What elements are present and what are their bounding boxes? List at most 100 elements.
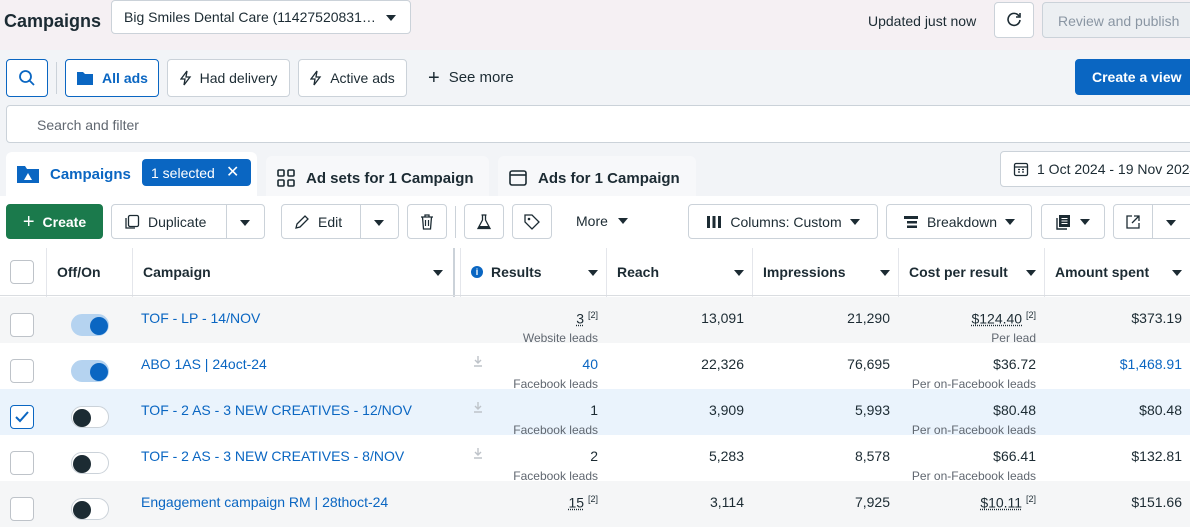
chevron-down-icon (617, 218, 628, 224)
header-off-on: Off/On (57, 264, 101, 280)
header-campaign[interactable]: Campaign (143, 248, 443, 296)
chevron-down-icon (433, 270, 443, 276)
chevron-down-icon[interactable] (374, 220, 384, 226)
breakdown-button[interactable]: Breakdown (886, 204, 1032, 239)
reports-button[interactable] (1041, 204, 1105, 239)
cost-per-result-number: $10.11 (980, 494, 1023, 511)
header-cost-per-result[interactable]: Cost per result (909, 248, 1036, 296)
amount-spent-value: $1,468.91 (1119, 356, 1182, 372)
tag-button[interactable] (512, 204, 552, 239)
cost-per-result-value: $10.11 [2] (980, 494, 1036, 511)
see-more-button[interactable]: + See more (428, 68, 514, 88)
columns-label: Columns: Custom (730, 213, 842, 230)
results-value: 2 (590, 448, 598, 464)
amount-spent-value: $151.66 (1131, 494, 1182, 510)
check-icon (15, 411, 29, 423)
all-ads-label: All ads (102, 70, 148, 86)
row-checkbox[interactable] (10, 451, 34, 475)
more-button[interactable]: More (576, 213, 628, 229)
create-button[interactable]: + Create (6, 204, 103, 239)
impressions-value: 76,695 (847, 356, 890, 372)
account-selector[interactable]: Big Smiles Dental Care (11427520831… (111, 0, 411, 34)
table-header: Off/On Campaign i Results Reach Impressi… (0, 248, 1190, 296)
edit-label: Edit (318, 213, 343, 230)
info-icon[interactable]: i (471, 266, 483, 278)
campaign-name-link[interactable]: Engagement campaign RM | 28thoct-24 (141, 494, 388, 510)
header-campaign-label: Campaign (143, 264, 211, 280)
campaign-name-link[interactable]: TOF - 2 AS - 3 NEW CREATIVES - 8/NOV (141, 448, 404, 464)
chevron-down-icon[interactable] (1166, 220, 1176, 226)
results-value: 15 [2] (569, 494, 598, 511)
lightning-icon (310, 70, 322, 86)
chevron-down-icon (386, 15, 396, 21)
row-checkbox[interactable] (10, 497, 34, 521)
create-label: Create (42, 213, 87, 230)
search-button[interactable] (6, 59, 48, 97)
cost-per-result-number: $124.40 (971, 310, 1023, 327)
reach-value: 13,091 (701, 310, 744, 326)
campaign-name-link[interactable]: TOF - 2 AS - 3 NEW CREATIVES - 12/NOV (141, 402, 412, 418)
table-row[interactable]: TOF - LP - 14/NOV 3 [2] Website leads 13… (0, 297, 1190, 345)
tab-campaigns[interactable]: Campaigns 1 selected ✕ (6, 152, 257, 196)
campaign-name-link[interactable]: ABO 1AS | 24oct-24 (141, 356, 267, 372)
results-number: 3 (576, 310, 585, 327)
search-filter-input[interactable]: Search and filter (6, 105, 1190, 143)
table-row[interactable]: Engagement campaign RM | 28thoct-24 15 [… (0, 481, 1190, 527)
selected-badge[interactable]: 1 selected ✕ (142, 159, 251, 186)
download-icon[interactable] (473, 401, 483, 413)
campaign-toggle[interactable] (71, 452, 109, 474)
edit-button[interactable]: Edit (281, 204, 399, 239)
table-row[interactable]: ABO 1AS | 24oct-24 40 Facebook leads 22,… (0, 343, 1190, 391)
refresh-button[interactable] (994, 2, 1034, 38)
tag-icon (524, 213, 540, 230)
select-all-checkbox[interactable] (10, 260, 34, 284)
close-icon[interactable]: ✕ (226, 162, 239, 182)
results-number: 15 (568, 494, 585, 511)
results-number: 2 (590, 448, 598, 464)
download-icon[interactable] (473, 447, 483, 459)
campaign-folder-icon (17, 166, 39, 183)
chevron-down-icon (849, 218, 860, 225)
results-number: 40 (582, 356, 598, 372)
campaign-toggle[interactable] (71, 498, 109, 520)
columns-button[interactable]: Columns: Custom (688, 204, 878, 239)
tab-ad-sets[interactable]: Ad sets for 1 Campaign (266, 156, 489, 200)
header-amount-spent[interactable]: Amount spent (1055, 248, 1182, 296)
duplicate-button[interactable]: Duplicate (111, 204, 265, 239)
amount-spent-value: $80.48 (1139, 402, 1182, 418)
delete-button[interactable] (407, 204, 447, 239)
chevron-down-icon (588, 270, 598, 276)
create-view-button[interactable]: Create a view (1075, 59, 1190, 95)
table-row[interactable]: TOF - 2 AS - 3 NEW CREATIVES - 8/NOV 2 F… (0, 435, 1190, 483)
active-ads-filter[interactable]: Active ads (298, 59, 407, 97)
date-range-picker[interactable]: 1 Oct 2024 - 19 Nov 2024 (1000, 151, 1190, 187)
chevron-down-icon[interactable] (240, 220, 250, 226)
header-reach[interactable]: Reach (617, 248, 744, 296)
campaign-toggle[interactable] (71, 360, 109, 382)
had-delivery-filter[interactable]: Had delivery (167, 59, 290, 97)
row-checkbox[interactable] (10, 313, 34, 337)
campaign-toggle[interactable] (71, 406, 109, 428)
account-name: Big Smiles Dental Care (11427520831… (124, 9, 376, 25)
export-button[interactable] (1113, 204, 1190, 239)
download-icon[interactable] (473, 355, 483, 367)
all-ads-filter[interactable]: All ads (65, 59, 159, 97)
campaign-toggle[interactable] (71, 314, 109, 336)
row-checkbox[interactable] (10, 359, 34, 383)
breakdown-label: Breakdown (926, 213, 998, 230)
results-value: 1 (590, 402, 598, 418)
cost-per-result-value: $124.40 [2] (971, 310, 1036, 327)
header-impressions[interactable]: Impressions (763, 248, 890, 296)
ab-test-button[interactable] (464, 204, 504, 239)
results-value[interactable]: 40 (582, 356, 598, 372)
row-checkbox[interactable] (10, 405, 34, 429)
tab-ads-label: Ads for 1 Campaign (538, 169, 680, 187)
table-row[interactable]: TOF - 2 AS - 3 NEW CREATIVES - 12/NOV 1 … (0, 389, 1190, 437)
tab-ads[interactable]: Ads for 1 Campaign (498, 156, 696, 200)
campaign-name-link[interactable]: TOF - LP - 14/NOV (141, 310, 260, 326)
chevron-down-icon (734, 270, 744, 276)
review-publish-button[interactable]: Review and publish (1042, 2, 1190, 38)
tab-ad-sets-label: Ad sets for 1 Campaign (306, 169, 474, 187)
header-results[interactable]: i Results (471, 248, 598, 296)
update-status: Updated just now (868, 13, 977, 29)
